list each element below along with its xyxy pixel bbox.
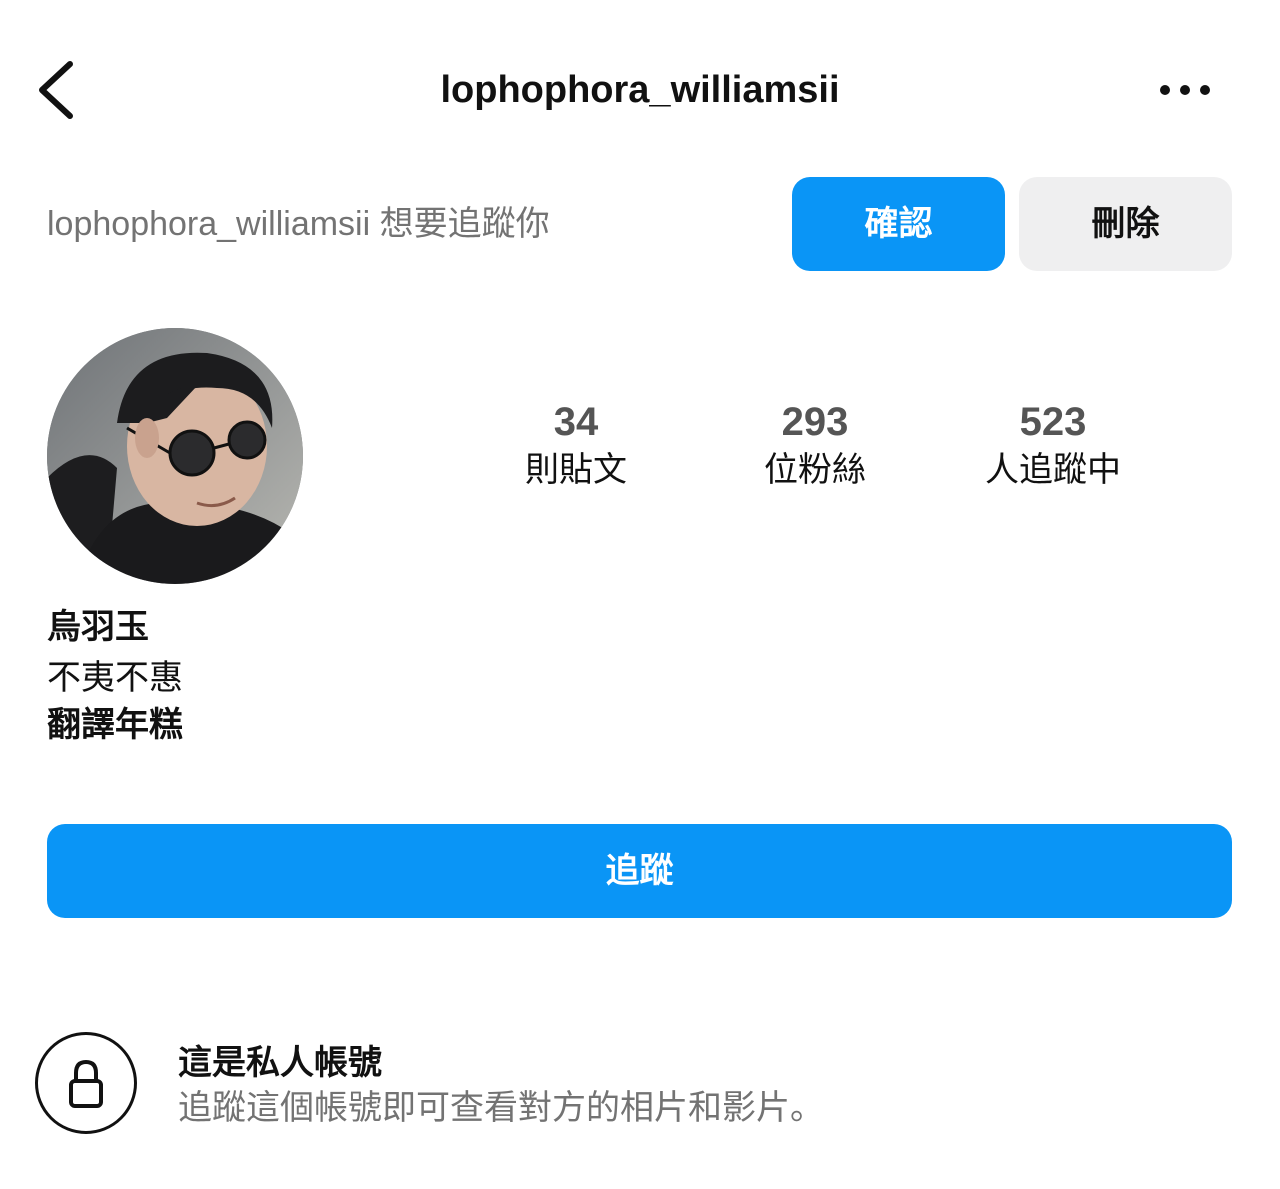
confirm-button[interactable]: 確認 xyxy=(792,177,1005,271)
bio-line-1: 不夷不惠 xyxy=(47,659,183,697)
profile-name: 烏羽玉 xyxy=(47,608,149,646)
followers-label: 位粉絲 xyxy=(764,451,866,489)
lock-icon xyxy=(69,1059,103,1108)
follow-button[interactable]: 追蹤 xyxy=(47,824,1232,918)
following-count: 523 xyxy=(1019,400,1087,444)
page-title: lophophora_williamsii xyxy=(440,69,840,111)
more-horizontal-icon xyxy=(1160,85,1210,95)
more-options-button[interactable] xyxy=(1150,70,1220,110)
following-label: 人追蹤中 xyxy=(985,451,1121,489)
private-account-description: 追蹤這個帳號即可查看對方的相片和影片。 xyxy=(178,1089,824,1127)
private-account-title: 這是私人帳號 xyxy=(178,1044,382,1082)
stat-followers[interactable]: 293 位粉絲 xyxy=(715,396,915,492)
avatar[interactable] xyxy=(47,328,303,584)
posts-count: 34 xyxy=(553,400,599,444)
follow-request-text: lophophora_williamsii 想要追蹤你 xyxy=(47,205,550,243)
posts-label: 則貼文 xyxy=(525,451,627,489)
bio-line-2: 翻譯年糕 xyxy=(47,706,183,744)
followers-count: 293 xyxy=(781,400,849,444)
delete-button[interactable]: 刪除 xyxy=(1019,177,1232,271)
stat-posts[interactable]: 34 則貼文 xyxy=(476,396,676,492)
lock-badge xyxy=(35,1032,137,1134)
profile-photo xyxy=(47,328,303,584)
stat-following[interactable]: 523 人追蹤中 xyxy=(953,396,1153,492)
